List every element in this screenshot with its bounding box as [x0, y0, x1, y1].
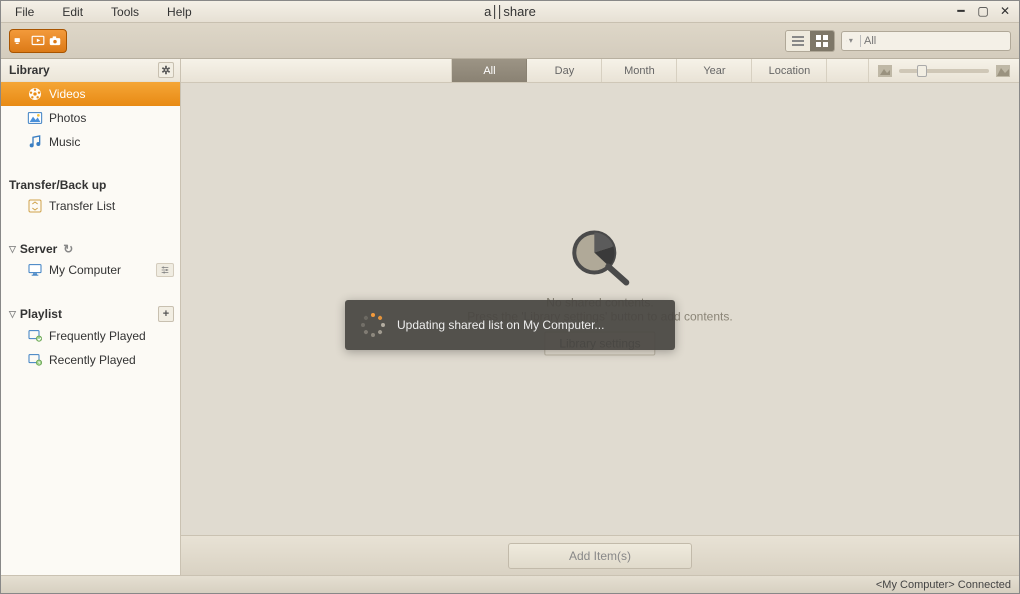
view-grid-button[interactable] — [810, 31, 834, 51]
slider-knob[interactable] — [917, 65, 927, 77]
sidebar-item-label: Frequently Played — [49, 329, 146, 343]
library-settings-button[interactable]: ✲ — [158, 62, 174, 78]
sidebar-item-recently-played[interactable]: Recently Played — [1, 348, 180, 372]
playlist-icon — [27, 352, 43, 368]
server-options-button[interactable] — [156, 263, 174, 277]
toast-message: Updating shared list on My Computer... — [397, 318, 604, 332]
playlist-icon — [27, 328, 43, 344]
server-label: Server — [20, 242, 57, 256]
list-icon — [792, 35, 804, 47]
sidebar-item-videos[interactable]: Videos — [1, 82, 180, 106]
close-button[interactable]: ✕ — [997, 4, 1013, 18]
search-icon — [846, 35, 847, 47]
add-playlist-button[interactable]: + — [158, 306, 174, 322]
transfer-label: Transfer/Back up — [9, 178, 106, 192]
spinner-icon — [361, 313, 385, 337]
devices-icon — [14, 34, 28, 48]
play-center-button[interactable] — [9, 29, 67, 53]
bottom-bar: Add Item(s) — [181, 535, 1019, 575]
menu-file[interactable]: File — [1, 3, 48, 21]
search-input[interactable] — [864, 35, 1006, 47]
toolbar: ▾ — [1, 23, 1019, 59]
sidebar-item-label: Transfer List — [49, 199, 115, 213]
sidebar-item-transfer-list[interactable]: Transfer List — [1, 194, 180, 218]
sidebar-item-music[interactable]: Music — [1, 130, 180, 154]
playlist-label: Playlist — [20, 307, 62, 321]
app-title: a share — [484, 4, 536, 19]
sidebar-item-label: Photos — [49, 111, 86, 125]
sidebar-item-label: Recently Played — [49, 353, 136, 367]
sidebar-item-label: My Computer — [49, 263, 121, 277]
status-text: <My Computer> Connected — [876, 579, 1011, 591]
filter-tab-year[interactable]: Year — [677, 59, 752, 82]
filter-tab-day[interactable]: Day — [527, 59, 602, 82]
server-header[interactable]: ▽ Server ↻ — [1, 234, 180, 258]
chevron-down-icon: ▽ — [9, 244, 16, 255]
filter-tab-all[interactable]: All — [452, 59, 527, 82]
search-scope-chevron-icon[interactable]: ▾ — [849, 36, 853, 45]
sidebar-item-photos[interactable]: Photos — [1, 106, 180, 130]
thumb-small-icon — [877, 64, 893, 78]
menu-bar: File Edit Tools Help a share ━ ▢ ✕ — [1, 1, 1019, 23]
slider-track[interactable] — [899, 69, 989, 73]
status-bar: <My Computer> Connected — [1, 575, 1019, 593]
playlist-header[interactable]: ▽ Playlist + — [1, 298, 180, 324]
maximize-button[interactable]: ▢ — [975, 4, 991, 18]
window-controls: ━ ▢ ✕ — [953, 4, 1013, 18]
filter-spacer — [181, 59, 452, 82]
library-header: Library ✲ — [1, 59, 180, 82]
slider-icon — [160, 265, 170, 275]
library-label: Library — [9, 63, 50, 77]
filter-bar: All Day Month Year Location — [181, 59, 1019, 83]
refresh-icon[interactable]: ↻ — [63, 242, 73, 256]
gear-icon: ✲ — [161, 64, 170, 77]
photo-icon — [27, 110, 43, 126]
add-items-button[interactable]: Add Item(s) — [508, 543, 692, 569]
logo-divider-icon — [494, 5, 495, 19]
sidebar-item-my-computer[interactable]: My Computer — [1, 258, 180, 282]
filter-tab-location[interactable]: Location — [752, 59, 827, 82]
menu-edit[interactable]: Edit — [48, 3, 97, 21]
view-list-button[interactable] — [786, 31, 810, 51]
thumbnail-size-slider[interactable] — [869, 59, 1019, 82]
grid-icon — [816, 35, 828, 47]
sidebar-item-label: Videos — [49, 87, 85, 101]
search-box[interactable]: ▾ — [841, 31, 1011, 51]
play-icon — [31, 34, 45, 48]
film-icon — [27, 86, 43, 102]
app-title-left: a — [484, 4, 491, 19]
sidebar-item-frequently-played[interactable]: Frequently Played — [1, 324, 180, 348]
plus-icon: + — [163, 308, 169, 320]
menu-tools[interactable]: Tools — [97, 3, 153, 21]
minimize-button[interactable]: ━ — [953, 4, 969, 18]
sidebar-item-label: Music — [49, 135, 80, 149]
logo-divider-icon — [499, 5, 500, 19]
sidebar: Library ✲ Videos Photos Music Transfer/B… — [1, 59, 181, 575]
transfer-icon — [27, 198, 43, 214]
filter-tab-month[interactable]: Month — [602, 59, 677, 82]
menu-help[interactable]: Help — [153, 3, 206, 21]
music-icon — [27, 134, 43, 150]
thumb-large-icon — [995, 64, 1011, 78]
magnifier-pie-icon — [564, 226, 636, 286]
progress-toast: Updating shared list on My Computer... — [345, 300, 675, 350]
view-toggle — [785, 30, 835, 52]
computer-icon — [27, 262, 43, 278]
camera-icon — [48, 34, 62, 48]
app-title-right: share — [503, 4, 536, 19]
transfer-header: Transfer/Back up — [1, 170, 180, 194]
filter-spacer — [827, 59, 869, 82]
chevron-down-icon: ▽ — [9, 309, 16, 320]
